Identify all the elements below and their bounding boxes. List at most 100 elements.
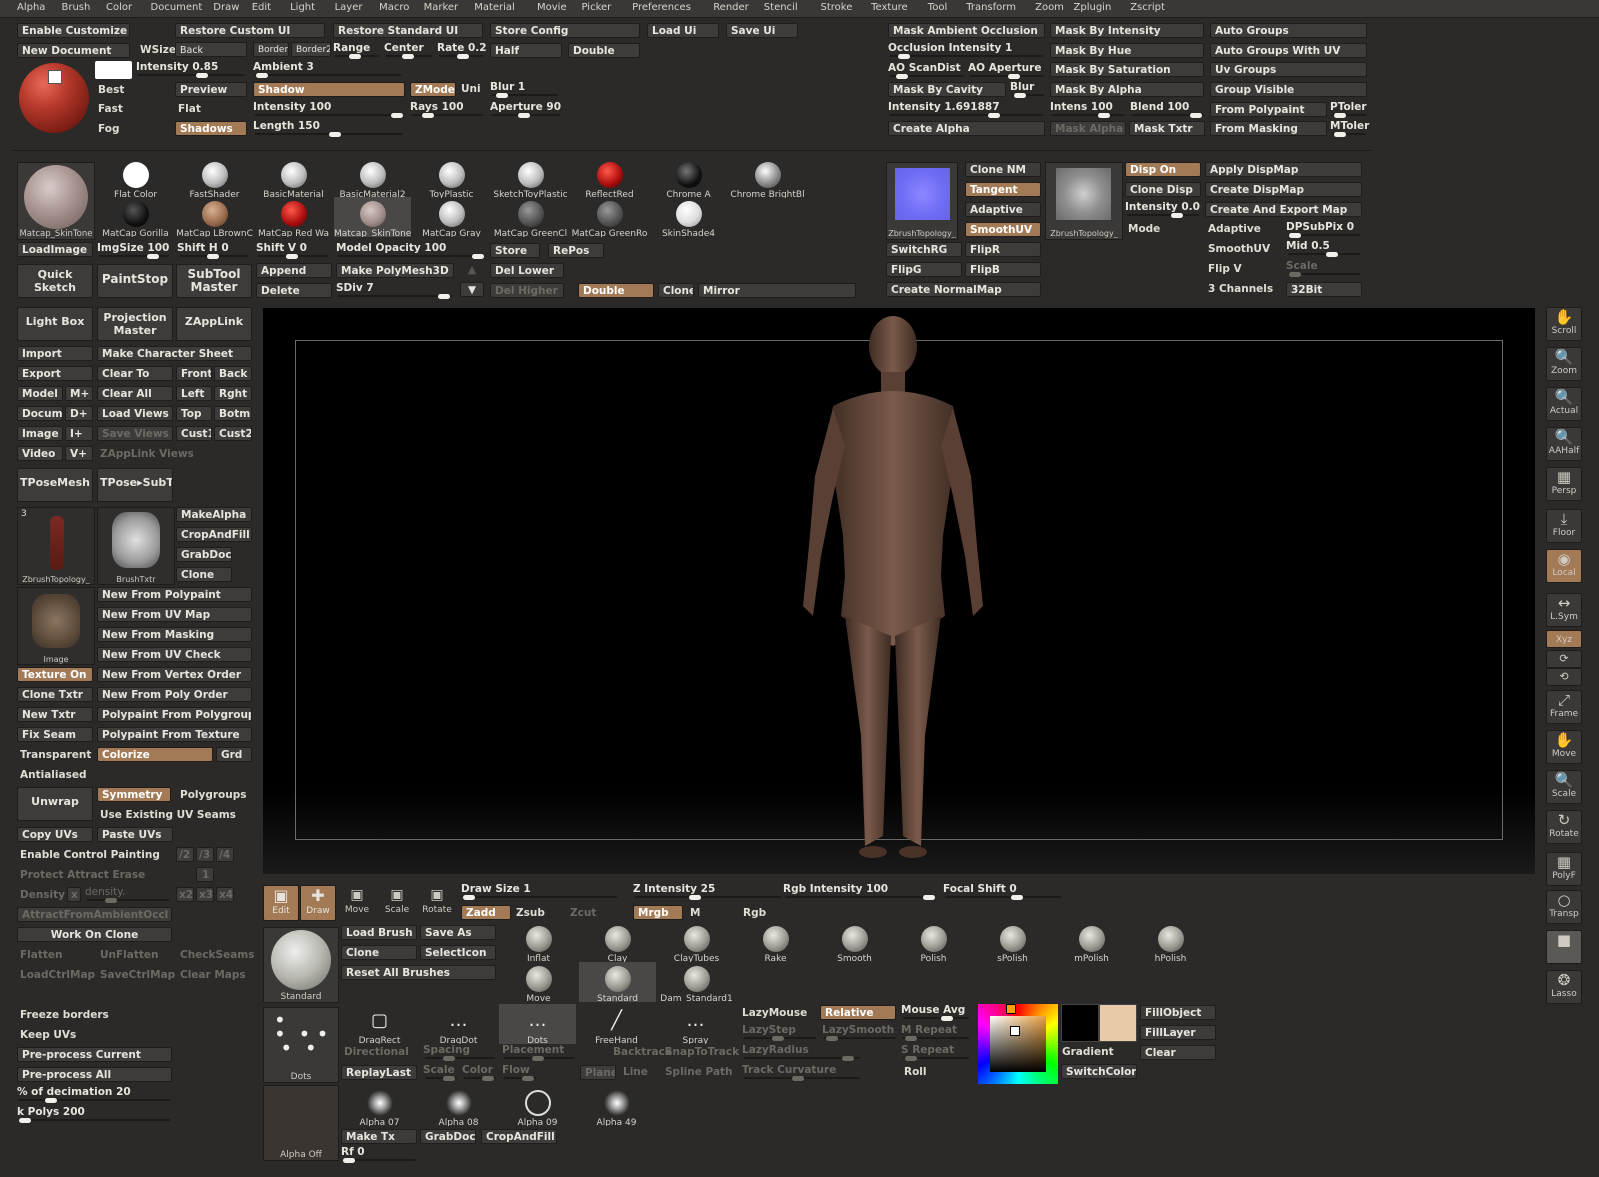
div3-button[interactable]: /3 xyxy=(196,847,214,862)
material-toyplastic[interactable]: ToyPlastic xyxy=(413,158,490,198)
menu-draw[interactable]: Draw xyxy=(213,2,239,13)
repos-button[interactable]: RePos xyxy=(548,243,604,258)
human-figure-model[interactable] xyxy=(793,316,993,864)
menu-texture[interactable]: Texture xyxy=(871,2,908,13)
clone-nm-button[interactable]: Clone NM xyxy=(965,162,1041,177)
polygroups-label[interactable]: Polygroups xyxy=(180,789,247,801)
create-dispmap-button[interactable]: Create DispMap xyxy=(1205,182,1362,197)
zmode-button[interactable]: ZMode xyxy=(410,82,456,97)
mask-intens-slider[interactable]: Intens 100 xyxy=(1050,101,1126,118)
new-from-uv-map-button[interactable]: New From UV Map xyxy=(97,607,252,622)
preview-button[interactable]: Preview xyxy=(175,82,247,97)
store-config-button[interactable]: Store Config xyxy=(490,23,640,38)
double-button[interactable]: Double xyxy=(568,43,640,58)
right-view-button[interactable]: Rght xyxy=(214,386,252,401)
shelf-zoom-button[interactable]: 🔍 Zoom xyxy=(1546,347,1582,381)
material-basicmaterial[interactable]: BasicMaterial xyxy=(255,158,332,198)
shelf-lasso-button[interactable]: ❂ Lasso xyxy=(1546,970,1582,1004)
ambient-slider[interactable]: Ambient 3 xyxy=(253,61,403,78)
k-polys-slider[interactable]: k Polys 200 xyxy=(17,1106,172,1123)
rf-slider[interactable]: Rf 0 xyxy=(341,1146,417,1163)
append-button[interactable]: Append xyxy=(256,263,332,278)
tpose-subt-button[interactable]: TPose▸SubT xyxy=(97,468,173,502)
new-from-polypaint-button[interactable]: New From Polypaint xyxy=(97,587,252,602)
new-document-button[interactable]: New Document xyxy=(17,43,130,58)
zadd-toggle[interactable]: Zadd xyxy=(461,905,511,920)
stroke-dragdot[interactable]: … DragDot xyxy=(420,1004,497,1044)
alpha-alpha-49[interactable]: Alpha 49 xyxy=(578,1086,655,1126)
stroke-dragrect[interactable]: ▢ DragRect xyxy=(341,1004,418,1044)
shadow-intensity-slider[interactable]: Intensity 100 xyxy=(253,101,405,118)
rays-slider[interactable]: Rays 100 xyxy=(410,101,485,118)
texture-thumb-2[interactable]: BrushTxtr xyxy=(97,507,175,585)
load-views-button[interactable]: Load Views xyxy=(97,406,173,421)
make-tx-button[interactable]: Make Tx xyxy=(341,1129,417,1144)
x2-button[interactable]: x2 xyxy=(176,887,194,902)
adaptive-toggle[interactable]: Adaptive xyxy=(965,202,1041,217)
menu-tool[interactable]: Tool xyxy=(928,2,947,13)
mouse-avg-slider[interactable]: Mouse Avg xyxy=(901,1004,971,1021)
video-button[interactable]: Video xyxy=(17,446,63,461)
new-txtr-button[interactable]: New Txtr xyxy=(17,707,93,722)
mask-txtr-button[interactable]: Mask Txtr xyxy=(1129,121,1205,136)
div4-button[interactable]: /4 xyxy=(216,847,234,862)
new-from-masking-button[interactable]: New From Masking xyxy=(97,627,252,642)
move-up-icon[interactable]: ▲ xyxy=(460,263,484,278)
brush-mpolish[interactable]: mPolish xyxy=(1053,922,1130,962)
create-alpha-button[interactable]: Create Alpha xyxy=(888,121,1045,136)
brush-inflat[interactable]: Inflat xyxy=(500,922,577,962)
material-chrome-a[interactable]: Chrome A xyxy=(650,158,727,198)
disp-on-toggle[interactable]: Disp On xyxy=(1125,162,1201,177)
flatten-label[interactable]: Flatten xyxy=(20,949,63,961)
menu-stencil[interactable]: Stencil xyxy=(764,2,798,13)
alpha-alpha-08[interactable]: Alpha 08 xyxy=(420,1086,497,1126)
density-label[interactable]: Density xyxy=(20,889,65,901)
menu-brush[interactable]: Brush xyxy=(62,2,91,13)
focal-shift-slider[interactable]: Focal Shift 0 xyxy=(943,883,1063,900)
mask-by-hue-button[interactable]: Mask By Hue xyxy=(1050,43,1204,58)
zapplink-button[interactable]: ZAppLink xyxy=(176,307,252,341)
docum-button[interactable]: Docum xyxy=(17,406,63,421)
mask-by-cavity-button[interactable]: Mask By Cavity xyxy=(888,82,1006,97)
quick-sketch-button[interactable]: Quick Sketch xyxy=(17,264,93,298)
move-mode-button[interactable]: ▣ Move xyxy=(340,885,374,919)
freeze-borders-label[interactable]: Freeze borders xyxy=(20,1009,109,1021)
polypaint-from-polygroups-button[interactable]: Polypaint From Polygroups xyxy=(97,707,252,722)
clear-to-button[interactable]: Clear To xyxy=(97,366,173,381)
ao-scandist-slider[interactable]: AO ScanDist xyxy=(888,62,966,79)
material-sketchtoyplastic[interactable]: SketchToyPlastic xyxy=(492,158,569,198)
mask-blend-slider[interactable]: Blend 100 xyxy=(1130,101,1206,118)
snaptotrack-label[interactable]: SnapToTrack xyxy=(665,1046,739,1058)
border2-button[interactable]: Border2 xyxy=(291,42,331,57)
shelf-spacer10-button[interactable]: ⟲ xyxy=(1546,668,1582,686)
del-higher-button[interactable]: Del Higher xyxy=(490,283,564,298)
new-from-uv-check-button[interactable]: New From UV Check xyxy=(97,647,252,662)
model-button[interactable]: Model xyxy=(17,386,63,401)
clear-maps-label[interactable]: Clear Maps xyxy=(180,969,246,981)
border-button[interactable]: Border xyxy=(253,42,289,57)
create-and-export-map-button[interactable]: Create And Export Map xyxy=(1205,202,1362,217)
keep-uvs-label[interactable]: Keep UVs xyxy=(20,1029,76,1041)
light-position-marker[interactable] xyxy=(48,70,62,84)
texture-thumb-1[interactable]: 3 ZbrushTopology_ xyxy=(17,507,95,585)
half-button[interactable]: Half xyxy=(490,43,562,58)
edit-mode-button[interactable]: ▣ Edit xyxy=(263,885,299,921)
mid-slider[interactable]: Mid 0.5 xyxy=(1286,240,1362,257)
density-x-button[interactable]: x xyxy=(67,887,81,902)
del-lower-button[interactable]: Del Lower xyxy=(490,263,564,278)
rotate-mode-button[interactable]: ▣ Rotate xyxy=(420,885,454,919)
m-repeat-slider[interactable]: M Repeat xyxy=(901,1024,971,1041)
brush-clay[interactable]: Clay xyxy=(579,922,656,962)
clone-txtr-button[interactable]: Clone Txtr xyxy=(17,687,93,702)
imgsize-slider[interactable]: ImgSize 100 xyxy=(97,242,171,259)
material-matcap-gray[interactable]: MatCap Gray xyxy=(413,197,490,237)
clone-texture-button[interactable]: Clone xyxy=(176,567,232,582)
color-picker-cursor[interactable] xyxy=(1010,1026,1020,1036)
tposemesh-button[interactable]: TPoseMesh xyxy=(17,468,93,502)
fog-label[interactable]: Fog xyxy=(98,123,119,135)
unwrap-button[interactable]: Unwrap xyxy=(17,787,93,821)
preprocess-all-button[interactable]: Pre-process All xyxy=(17,1067,172,1082)
brush-move[interactable]: Move xyxy=(500,962,577,1002)
loadctrlmap-label[interactable]: LoadCtrlMap xyxy=(20,969,95,981)
shelf-spacer9-button[interactable]: ⟳ xyxy=(1546,650,1582,668)
